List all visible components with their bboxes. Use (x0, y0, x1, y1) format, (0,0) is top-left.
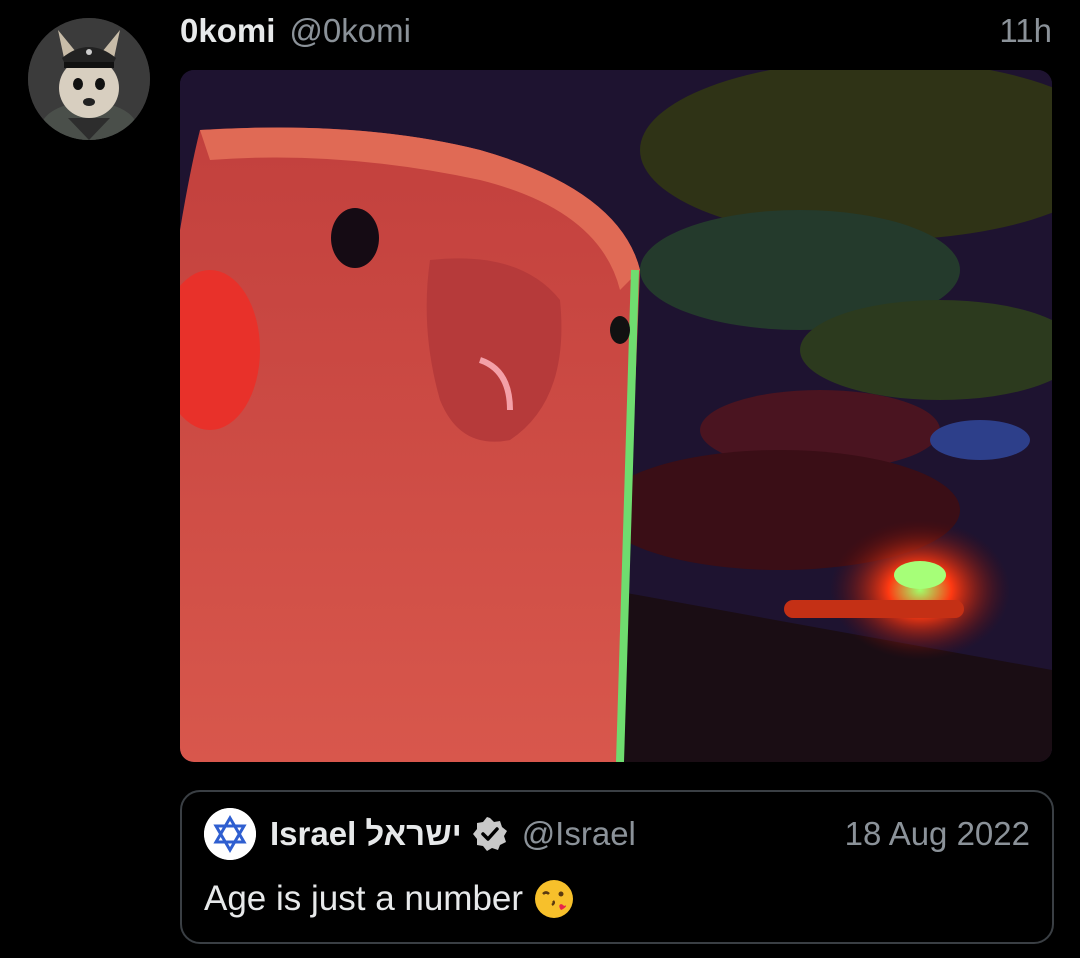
quoted-author-handle[interactable]: @Israel (522, 815, 636, 853)
star-of-david-icon (204, 808, 256, 860)
verified-badge-icon (472, 817, 507, 851)
quoted-tweet-header: Israel ישראל @Israel 18 Aug 2022 (270, 812, 1030, 856)
author-display-name[interactable]: 0komi (180, 12, 275, 50)
author-handle[interactable]: @0komi (289, 12, 411, 50)
quoted-tweet-card[interactable]: Israel ישראל @Israel 18 Aug 2022 Age is … (180, 790, 1054, 944)
quoted-tweet-date: 18 Aug 2022 (844, 815, 1030, 852)
quoted-tweet-text-row: Age is just a number (204, 878, 575, 920)
parrot-explosion-image (180, 70, 1052, 762)
tweet-header: 0komi @0komi 11h (180, 12, 1052, 54)
face-blowing-kiss-emoji (535, 880, 574, 918)
author-avatar[interactable] (28, 18, 150, 140)
tweet-timestamp[interactable]: 11h (999, 12, 1052, 50)
quoted-author-display-name[interactable]: Israel ישראל (270, 815, 462, 853)
quoted-author-avatar[interactable] (204, 808, 256, 860)
chihuahua-avatar-icon (28, 18, 150, 140)
quoted-tweet-text: Age is just a number (204, 879, 524, 918)
tweet-media-image[interactable] (180, 70, 1052, 762)
